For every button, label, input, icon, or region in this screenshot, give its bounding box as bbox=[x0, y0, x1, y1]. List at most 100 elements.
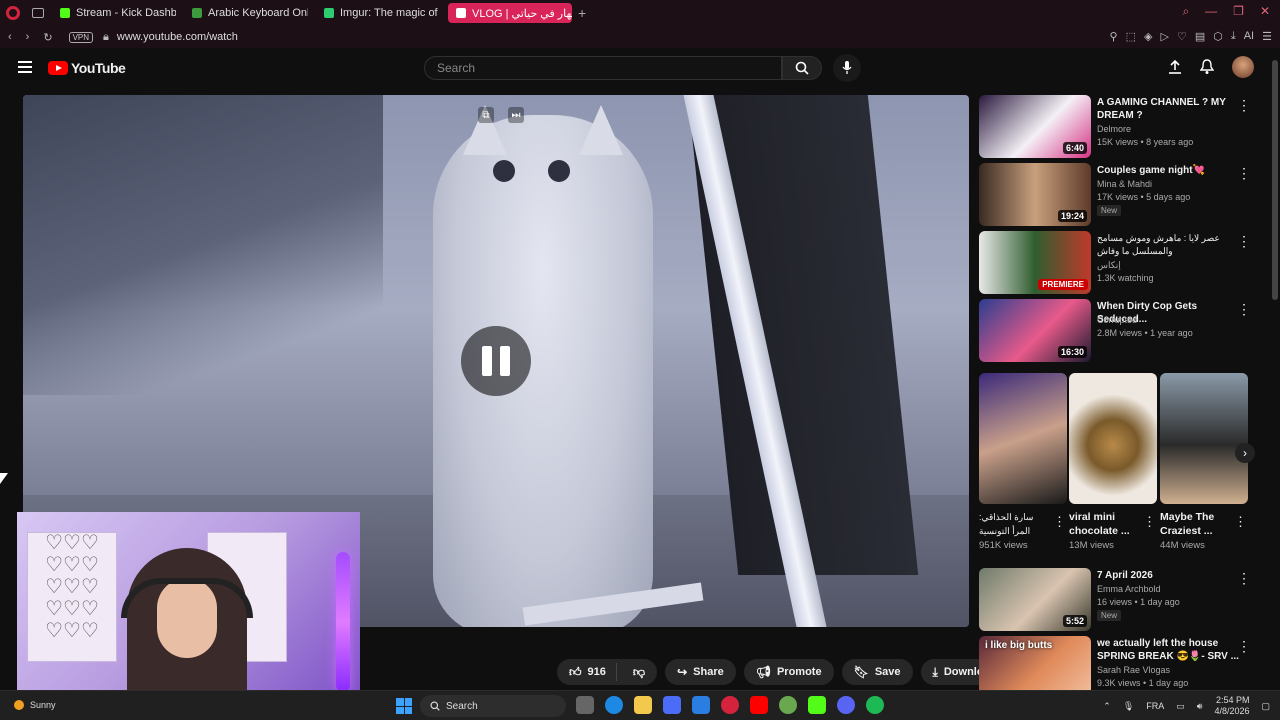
more-vertical-icon[interactable]: ⋮ bbox=[1143, 514, 1156, 530]
video-thumbnail[interactable]: 5:52 bbox=[979, 568, 1091, 631]
minimize-button[interactable]: — bbox=[1205, 4, 1217, 19]
video-thumbnail[interactable]: PREMIERE bbox=[979, 231, 1091, 294]
dislike-button[interactable]: 👎︎ bbox=[623, 665, 657, 680]
store-icon[interactable] bbox=[663, 696, 681, 714]
hamburger-menu-icon[interactable] bbox=[18, 61, 32, 73]
weather-widget[interactable]: Sunny bbox=[14, 700, 56, 710]
youtube-app-icon[interactable] bbox=[750, 696, 768, 714]
windows-start-icon[interactable] bbox=[396, 698, 412, 714]
back-icon[interactable]: ‹ bbox=[8, 31, 12, 44]
new-tab-button[interactable]: + bbox=[578, 5, 586, 21]
volume-icon[interactable]: 🔊︎ bbox=[1197, 701, 1203, 712]
close-window-button[interactable]: ✕ bbox=[1260, 4, 1270, 19]
taskbar-search[interactable]: Search bbox=[420, 695, 566, 717]
page-scrollbar[interactable] bbox=[1272, 60, 1278, 300]
heart-icon[interactable]: ♡ bbox=[1177, 30, 1187, 43]
short-title[interactable]: سارة الحذاقي: المرأ التونسية bbox=[979, 510, 1051, 538]
pin-icon[interactable]: ⚲ bbox=[1110, 30, 1118, 43]
kick-app-icon[interactable] bbox=[808, 696, 826, 714]
more-vertical-icon[interactable]: ⋮ bbox=[1237, 638, 1251, 655]
video-title[interactable]: we actually left the house SPRING BREAK … bbox=[1097, 637, 1245, 663]
file-explorer-icon[interactable] bbox=[634, 696, 652, 714]
channel-name[interactable]: Emma Archbold bbox=[1097, 584, 1161, 594]
video-title[interactable]: A GAMING CHANNEL ? MY DREAM ? bbox=[1097, 96, 1245, 122]
wallet-icon[interactable]: ▤ bbox=[1195, 30, 1205, 43]
snapshot-icon[interactable]: ⬚ bbox=[1126, 30, 1136, 43]
voice-search-button[interactable] bbox=[833, 54, 861, 82]
skip-next-icon[interactable]: ⏭ bbox=[508, 107, 524, 123]
more-vertical-icon[interactable]: ⋮ bbox=[1237, 97, 1251, 114]
language-indicator[interactable]: FRA bbox=[1146, 701, 1164, 711]
ai-button[interactable]: AI bbox=[1244, 30, 1254, 43]
short-item[interactable]: viral mini chocolate ... 13M views ⋮ bbox=[1069, 373, 1157, 551]
maximize-button[interactable]: ❐ bbox=[1233, 4, 1244, 19]
pause-button[interactable] bbox=[461, 326, 531, 396]
search-tabs-icon[interactable]: ⌕ bbox=[1182, 4, 1189, 19]
search-input[interactable] bbox=[425, 57, 781, 79]
recommendation-item[interactable]: 16:30 When Dirty Cop Gets Seduced... Cor… bbox=[979, 299, 1269, 363]
download-icon[interactable]: ⤓ bbox=[1231, 30, 1236, 43]
reload-icon[interactable]: ↻ bbox=[43, 31, 52, 44]
search-button[interactable] bbox=[782, 56, 822, 80]
opera-logo-icon[interactable] bbox=[6, 6, 20, 20]
search-box[interactable] bbox=[424, 56, 782, 80]
discord-icon[interactable] bbox=[837, 696, 855, 714]
network-icon[interactable]: ▭ bbox=[1176, 701, 1185, 712]
task-view-icon[interactable] bbox=[576, 696, 594, 714]
browser-menu-icon[interactable]: ☰ bbox=[1262, 30, 1272, 43]
save-button[interactable]: 🔖︎ Save bbox=[841, 659, 913, 685]
video-thumbnail[interactable]: 19:24 bbox=[979, 163, 1091, 226]
youtube-logo[interactable]: YouTube bbox=[48, 60, 126, 76]
chevron-up-icon[interactable]: ⌃ bbox=[1103, 701, 1111, 712]
taskbar-clock[interactable]: 2:54 PM 4/8/2026 bbox=[1214, 695, 1249, 717]
short-thumbnail[interactable] bbox=[1160, 373, 1248, 504]
tab-youtube-vlog[interactable]: VLOG | نهار في حياتي 😊 bbox=[448, 3, 572, 23]
vpn-badge[interactable]: VPN bbox=[68, 31, 94, 43]
more-vertical-icon[interactable]: ⋮ bbox=[1237, 165, 1251, 182]
short-title[interactable]: Maybe The Craziest ... bbox=[1160, 510, 1232, 538]
app-icon[interactable] bbox=[692, 696, 710, 714]
recommendation-item[interactable]: 5:52 7 April 2026 Emma Archbold 16 views… bbox=[979, 568, 1269, 632]
short-item[interactable]: سارة الحذاقي: المرأ التونسية 951K views … bbox=[979, 373, 1067, 551]
short-thumbnail[interactable] bbox=[1069, 373, 1157, 504]
notification-icon[interactable]: ▢ bbox=[1261, 701, 1270, 712]
recommendation-item[interactable]: 19:24 Couples game night💘 Mina & Mahdi 1… bbox=[979, 163, 1269, 227]
channel-name[interactable]: Delmore bbox=[1097, 124, 1131, 134]
more-vertical-icon[interactable]: ⋮ bbox=[1237, 570, 1251, 587]
recommendation-item[interactable]: 6:40 A GAMING CHANNEL ? MY DREAM ? Delmo… bbox=[979, 95, 1269, 159]
miniplayer-icon[interactable]: ⧉ bbox=[478, 107, 494, 123]
like-button[interactable]: 👍︎ 916 bbox=[557, 663, 617, 681]
chevron-right-icon[interactable]: › bbox=[1235, 443, 1255, 463]
app-icon[interactable] bbox=[779, 696, 797, 714]
channel-name[interactable]: Sarah Rae Vlogas bbox=[1097, 665, 1170, 675]
more-vertical-icon[interactable]: ⋮ bbox=[1053, 514, 1066, 530]
spotify-icon[interactable] bbox=[866, 696, 884, 714]
channel-name[interactable]: Mina & Mahdi bbox=[1097, 179, 1152, 189]
shield-icon[interactable]: ◈ bbox=[1144, 30, 1152, 43]
video-title[interactable]: عصر لايا : ماهرش وموش مسامح والمسلسل ما … bbox=[1097, 232, 1245, 258]
player-icon[interactable]: ▷ bbox=[1160, 30, 1168, 43]
upload-icon[interactable] bbox=[1168, 59, 1182, 75]
recommendation-item[interactable]: PREMIERE عصر لايا : ماهرش وموش مسامح وال… bbox=[979, 231, 1269, 295]
sidebar-toggle-icon[interactable] bbox=[32, 8, 44, 18]
microphone-tray-icon[interactable]: 🎙︎ bbox=[1123, 701, 1134, 712]
channel-name[interactable]: إنكاس bbox=[1097, 260, 1121, 271]
notifications-bell-icon[interactable] bbox=[1200, 59, 1214, 75]
video-title[interactable]: Couples game night💘 bbox=[1097, 164, 1245, 177]
edge-icon[interactable] bbox=[605, 696, 623, 714]
more-vertical-icon[interactable]: ⋮ bbox=[1237, 233, 1251, 250]
tab-imgur[interactable]: Imgur: The magic of the In bbox=[316, 3, 440, 23]
forward-icon[interactable]: › bbox=[26, 31, 30, 44]
promote-button[interactable]: 📢︎ Promote bbox=[743, 659, 834, 685]
tab-arabic-keyboard[interactable]: Arabic Keyboard Online • bbox=[184, 3, 308, 23]
tab-kick-dashboard[interactable]: Stream - Kick Dashboard bbox=[52, 3, 176, 23]
opera-icon[interactable] bbox=[721, 696, 739, 714]
video-thumbnail[interactable]: 16:30 bbox=[979, 299, 1091, 362]
account-avatar[interactable] bbox=[1232, 56, 1254, 78]
more-vertical-icon[interactable]: ⋮ bbox=[1234, 514, 1247, 530]
channel-name[interactable]: Corrupted bbox=[1097, 315, 1137, 325]
video-thumbnail[interactable]: 6:40 bbox=[979, 95, 1091, 158]
extensions-icon[interactable]: ⬡ bbox=[1213, 30, 1223, 43]
short-thumbnail[interactable] bbox=[979, 373, 1067, 504]
video-title[interactable]: 7 April 2026 bbox=[1097, 569, 1245, 582]
